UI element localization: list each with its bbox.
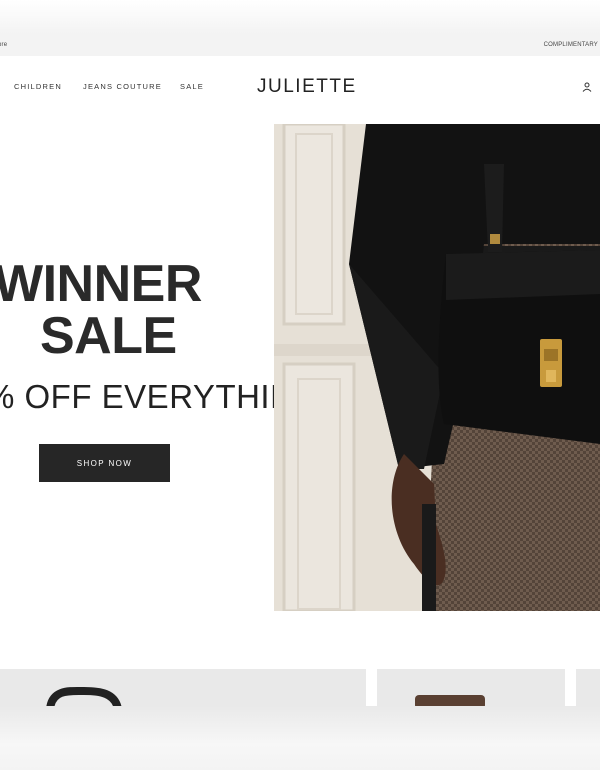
browser-top-fade bbox=[0, 0, 600, 34]
promo-left-text: ore bbox=[0, 42, 8, 48]
product-card-3[interactable] bbox=[576, 669, 600, 706]
hero-title-line2: SALE bbox=[40, 307, 177, 365]
nav-item-sale[interactable]: SALE bbox=[180, 82, 204, 91]
hero-image[interactable] bbox=[274, 124, 600, 611]
page-content: CHILDREN JEANS COUTURE SALE JULIETTE WIN… bbox=[0, 56, 600, 706]
hero-title-line1: WINNER bbox=[0, 255, 202, 313]
site-logo[interactable]: JULIETTE bbox=[257, 76, 357, 98]
product-card-2[interactable] bbox=[377, 669, 565, 706]
hero-subtitle: % OFF EVERYTHING bbox=[0, 378, 321, 415]
user-icon[interactable] bbox=[582, 82, 592, 92]
product-card-1[interactable] bbox=[0, 669, 366, 706]
promo-bar: ore COMPLIMENTARY bbox=[0, 34, 600, 56]
nav-item-jeans-couture[interactable]: JEANS COUTURE bbox=[83, 82, 162, 91]
nav-item-children[interactable]: CHILDREN bbox=[14, 82, 62, 91]
product-image-1 bbox=[46, 686, 122, 706]
product-image-2 bbox=[415, 695, 485, 706]
promo-right-text[interactable]: COMPLIMENTARY bbox=[544, 42, 598, 48]
shop-now-button[interactable]: SHOP NOW bbox=[39, 444, 170, 482]
browser-bottom-fade bbox=[0, 706, 600, 770]
